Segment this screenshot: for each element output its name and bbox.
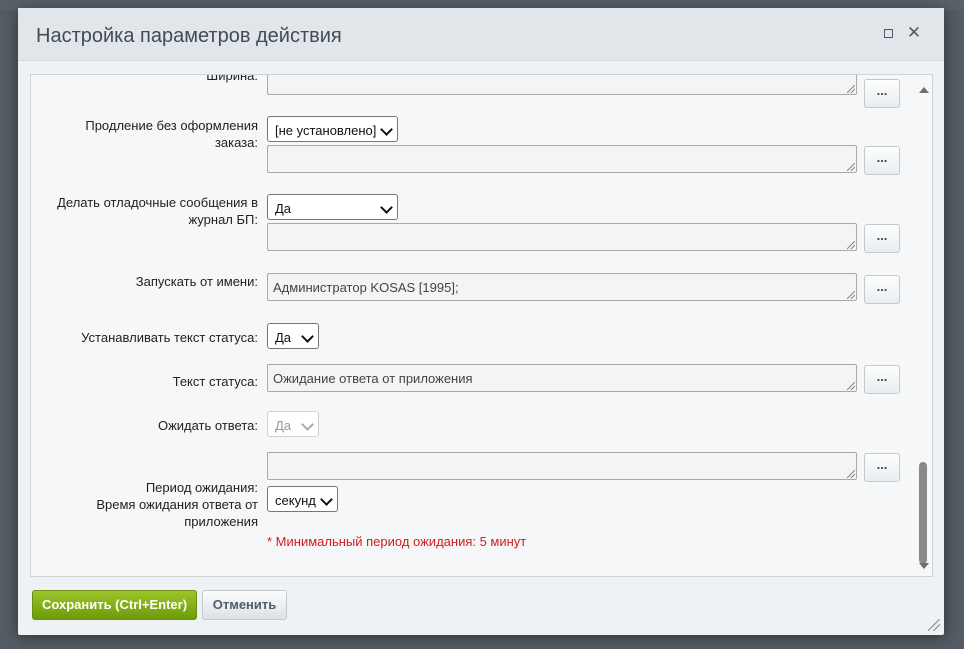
scroll-thumb[interactable] [919, 462, 927, 564]
extension-dots-button[interactable]: ... [864, 146, 900, 175]
width-label: Ширина: [206, 74, 258, 83]
debug-label: Делать отладочные сообщения в журнал БП: [57, 194, 258, 228]
run-as-dots-button[interactable]: ... [864, 275, 900, 304]
extension-label-line1: Продление без оформления [85, 118, 258, 133]
period-note: * Минимальный период ожидания: 5 минут [267, 534, 527, 549]
run-as-field[interactable]: Администратор KOSAS [1995]; [267, 273, 857, 301]
cancel-button[interactable]: Отменить [202, 590, 287, 620]
resize-grip-icon [847, 291, 855, 299]
resize-grip-icon [847, 241, 855, 249]
width-dots-button[interactable]: ... [864, 79, 900, 108]
dialog-titlebar: Настройка параметров действия ✕ [18, 8, 944, 61]
chevron-down-icon [380, 201, 393, 214]
resize-grip-icon [847, 470, 855, 478]
width-field[interactable] [267, 75, 857, 95]
run-as-value: Администратор KOSAS [1995]; [273, 280, 459, 295]
status-text-value: Ожидание ответа от приложения [273, 371, 473, 386]
period-dots-button[interactable]: ... [864, 453, 900, 482]
extension-label: Продление без оформления заказа: [85, 117, 258, 151]
close-button[interactable]: ✕ [905, 24, 923, 42]
period-field[interactable] [267, 452, 857, 480]
resize-grip-icon [847, 382, 855, 390]
resize-grip-icon [847, 85, 855, 93]
scrollbar[interactable] [915, 75, 932, 576]
period-unit-select-value: секунд [275, 493, 316, 508]
action-settings-dialog: Настройка параметров действия ✕ Ширина: … [18, 8, 944, 635]
run-as-label: Запускать от имени: [135, 274, 258, 289]
debug-select-value: Да [275, 201, 292, 216]
debug-dots-button[interactable]: ... [864, 224, 900, 253]
dialog-resize-grip-icon[interactable] [928, 619, 940, 631]
set-status-select[interactable]: Да [267, 323, 319, 349]
set-status-label: Устанавливать текст статуса: [81, 330, 258, 345]
wait-select-value: Да [275, 418, 292, 433]
status-text-field[interactable]: Ожидание ответа от приложения [267, 364, 857, 392]
extension-select-value: [не установлено] [275, 123, 377, 138]
debug-select[interactable]: Да [267, 194, 398, 220]
extension-field[interactable] [267, 145, 857, 173]
chevron-down-icon [301, 330, 314, 343]
wait-select: Да [267, 411, 319, 437]
chevron-down-icon [320, 493, 333, 506]
period-label: Период ожидания: Время ожидания ответа о… [96, 479, 258, 530]
debug-label-line1: Делать отладочные сообщения в [57, 195, 258, 210]
close-icon: ✕ [906, 23, 922, 42]
maximize-icon [883, 29, 893, 38]
status-text-dots-button[interactable]: ... [864, 365, 900, 394]
scroll-up-icon[interactable] [919, 87, 929, 93]
chevron-down-icon [380, 123, 393, 136]
chevron-down-icon [301, 418, 314, 431]
wait-label: Ожидать ответа: [157, 418, 258, 433]
extension-label-line2: заказа: [214, 135, 258, 150]
status-text-label: Текст статуса: [172, 374, 258, 389]
period-unit-select[interactable]: секунд [267, 486, 338, 512]
period-label-line3: приложения [184, 514, 258, 529]
set-status-select-value: Да [275, 330, 292, 345]
dialog-content: Ширина: ... Продление без оформления зак… [30, 74, 933, 577]
debug-field[interactable] [267, 223, 857, 251]
maximize-button[interactable] [879, 24, 897, 42]
save-button[interactable]: Сохранить (Ctrl+Enter) [32, 590, 197, 620]
resize-grip-icon [847, 163, 855, 171]
extension-select[interactable]: [не установлено] [267, 116, 398, 142]
debug-label-line2: журнал БП: [188, 212, 258, 227]
dialog-title: Настройка параметров действия [36, 25, 342, 47]
scroll-down-icon[interactable] [919, 563, 929, 569]
period-label-line1: Период ожидания: [145, 480, 258, 495]
period-label-line2: Время ожидания ответа от [96, 497, 258, 512]
